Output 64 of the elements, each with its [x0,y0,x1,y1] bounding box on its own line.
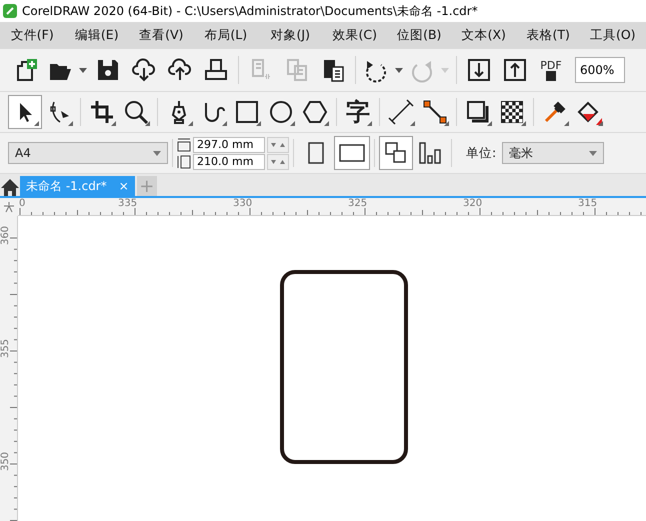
landscape-page-icon [339,144,365,162]
page-size-dropdown[interactable]: A4 [8,142,168,164]
portrait-page-icon [308,142,324,164]
landscape-orientation-button[interactable] [334,136,370,170]
height-field[interactable]: 210.0 mm [193,154,265,170]
width-icon [177,138,191,152]
height-icon [177,154,191,168]
rectangle-icon [234,99,260,125]
caret-icon [589,150,598,156]
home-icon[interactable] [0,178,20,196]
unit-label: 单位: [466,144,496,162]
overlapping-pages-icon [384,141,408,165]
ruler-number: 360 [0,226,12,246]
printer-icon [203,57,229,83]
zoom-field[interactable]: 600% [575,57,625,83]
hexagon-icon [302,99,328,125]
document-icon [546,70,556,80]
menu-item[interactable]: 文本(X) [452,27,516,44]
width-spinner[interactable] [267,136,289,152]
window-title: CorelDRAW 2020 (64-Bit) - C:\Users\Administrator\Documents\未命名 -1.cdr* [22,2,478,20]
ruler-number: 335 [118,198,138,209]
ruler-number: 315 [578,198,598,209]
ruler-number: 350 [0,452,12,472]
height-spinner[interactable] [267,154,289,170]
magnifier-icon [123,99,149,125]
menu-item[interactable]: 表格(T) [516,27,580,44]
drop-shadow-icon [465,99,491,125]
caret-icon [79,68,87,72]
caret-icon [441,68,449,72]
import-icon [466,57,492,83]
menu-item[interactable]: 文件(F) [0,27,64,44]
menu-item[interactable]: 位图(B) [387,27,452,44]
all-pages-button[interactable] [379,136,413,170]
width-field[interactable]: 297.0 mm [193,136,265,152]
dimension-line-icon [388,99,414,125]
unit-dropdown[interactable]: 毫米 [502,142,604,164]
export-icon [502,57,528,83]
crop-icon [89,99,115,125]
ruler-number: 320 [463,198,482,209]
pdf-button[interactable]: PDF [533,53,569,87]
menu-item[interactable]: 查看(V) [129,27,194,44]
ruler-number: 0 [19,198,26,209]
menu-item[interactable]: 工具(O) [580,27,645,44]
checkerboard-icon [499,99,525,125]
copy-icon [284,57,310,83]
menu-item[interactable]: 编辑(E) [64,27,129,44]
caret-icon [153,150,161,156]
text-tool-button[interactable]: 字 [341,95,375,129]
ruler-number: 325 [348,198,368,209]
menu-item[interactable]: 对象(J) [258,27,322,44]
cloud-upload-icon [167,57,193,83]
pick-tool-button[interactable] [8,95,42,129]
ruler-number: 355 [0,338,12,358]
bars-icon [418,141,442,165]
connector-icon [422,99,448,125]
cloud-download-icon [131,57,157,83]
menu-item[interactable]: 效果(C) [322,27,387,44]
menu-item[interactable]: 布局(L) [194,27,258,44]
ruler-origin-icon [3,201,15,213]
ellipse-icon [268,99,294,125]
ruler-number: 330 [233,198,252,209]
paint-bucket-icon [576,99,602,125]
caret-icon [395,68,403,72]
app-logo-icon [3,4,17,18]
